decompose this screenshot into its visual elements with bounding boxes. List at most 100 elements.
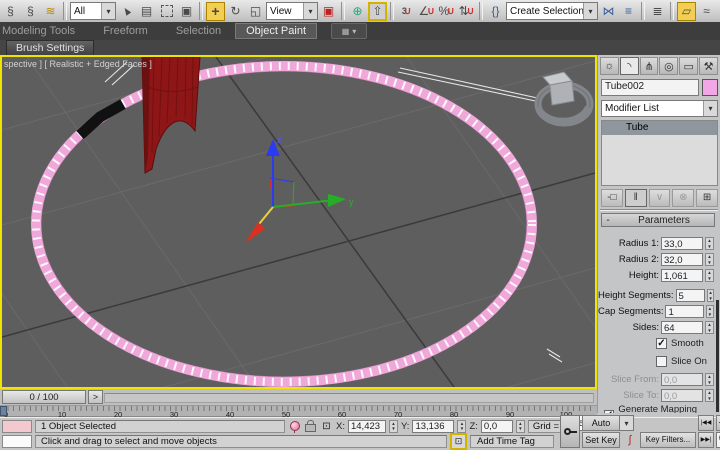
configure-modifier-sets-icon[interactable]: ⊞ bbox=[696, 189, 718, 207]
select-object-icon[interactable]: ▲ bbox=[117, 2, 136, 21]
snap-toggle-3d-icon[interactable]: 3∪ bbox=[397, 2, 416, 21]
keyboard-shortcut-override-icon[interactable]: ⇧ bbox=[368, 2, 387, 21]
default-tangent-icon[interactable]: ∫ bbox=[622, 432, 638, 448]
sides-field[interactable]: 64 bbox=[661, 321, 703, 334]
macro-recorder-mini-listener[interactable] bbox=[2, 420, 32, 433]
next-frame-button[interactable]: > bbox=[88, 390, 103, 404]
toolbar-separator bbox=[641, 2, 645, 20]
named-selection-sets-icon[interactable]: {} bbox=[486, 2, 505, 21]
slice-on-checkbox[interactable] bbox=[656, 356, 667, 367]
select-and-link-icon[interactable]: § bbox=[1, 2, 20, 21]
gizmo-y-axis[interactable] bbox=[273, 200, 334, 207]
spinner-snap-icon[interactable]: ⇅∪ bbox=[457, 2, 476, 21]
select-and-rotate-icon[interactable]: ↻ bbox=[226, 2, 245, 21]
z-spinner[interactable]: ▲▼ bbox=[516, 420, 525, 433]
track-bar[interactable]: 0 10 20 30 40 50 60 70 80 90 100 bbox=[0, 406, 597, 417]
modify-tab-icon[interactable]: ◝ bbox=[620, 57, 639, 75]
selection-filter-dropdown[interactable]: All ▾ bbox=[70, 2, 116, 20]
x-coordinate-field[interactable]: 14,423 bbox=[348, 420, 386, 433]
viewport-label[interactable]: spective ] [ Realistic + Edged Faces ] bbox=[4, 59, 152, 69]
select-and-move-icon[interactable]: + bbox=[206, 2, 225, 21]
previous-frame-button[interactable]: ◀ bbox=[716, 415, 720, 431]
auto-key-button[interactable]: Auto Key bbox=[582, 415, 620, 431]
tube-ring-object[interactable] bbox=[32, 62, 536, 386]
use-pivot-center-icon[interactable]: ▣ bbox=[319, 2, 338, 21]
motion-tab-icon[interactable]: ◎ bbox=[659, 57, 678, 75]
y-coordinate-field[interactable]: 13,136 bbox=[412, 420, 454, 433]
make-unique-icon[interactable]: ∨ bbox=[649, 189, 671, 207]
ribbon-tab-freeform[interactable]: Freeform bbox=[89, 24, 162, 38]
radius2-field[interactable]: 32,0 bbox=[661, 253, 703, 266]
y-spinner[interactable]: ▲▼ bbox=[457, 420, 466, 433]
ribbon-display-options-button[interactable]: ▦▾ bbox=[331, 23, 367, 39]
selection-lock-icon[interactable] bbox=[304, 420, 317, 433]
height-spinner[interactable]: ▲▼ bbox=[705, 269, 714, 282]
ribbon-tab-object-paint[interactable]: Object Paint bbox=[235, 23, 317, 39]
object-name-field[interactable]: Tube002 bbox=[601, 79, 699, 96]
smooth-checkbox[interactable]: ✓ bbox=[656, 338, 667, 349]
time-tag-icon[interactable]: ⊡ bbox=[450, 433, 467, 450]
radius1-spinner[interactable]: ▲▼ bbox=[705, 237, 714, 250]
cap-segments-spinner[interactable]: ▲▼ bbox=[706, 305, 714, 318]
maxscript-mini-listener[interactable] bbox=[2, 435, 32, 448]
current-frame-marker[interactable] bbox=[0, 406, 7, 416]
sides-spinner[interactable]: ▲▼ bbox=[705, 321, 714, 334]
mirror-icon[interactable]: ⋈ bbox=[599, 2, 618, 21]
key-filters-button[interactable]: Key Filters... bbox=[640, 432, 696, 448]
display-tab-icon[interactable]: ▭ bbox=[679, 57, 698, 75]
panel-scrollbar[interactable] bbox=[716, 300, 719, 412]
unlink-selection-icon[interactable]: § bbox=[21, 2, 40, 21]
height-segments-field[interactable]: 5 bbox=[676, 289, 706, 302]
perspective-viewport[interactable]: spective ] [ Realistic + Edged Faces ] bbox=[0, 55, 597, 389]
select-by-name-icon[interactable]: ▤ bbox=[137, 2, 156, 21]
radius1-field[interactable]: 33,0 bbox=[661, 237, 703, 250]
object-color-swatch[interactable] bbox=[702, 79, 718, 96]
z-coordinate-field[interactable]: 0,0 bbox=[481, 420, 513, 433]
add-time-tag[interactable]: Add Time Tag bbox=[470, 435, 554, 448]
angle-snap-icon[interactable]: ∠∪ bbox=[417, 2, 436, 21]
brush-settings-tab[interactable]: Brush Settings bbox=[6, 40, 94, 55]
small-ring-object[interactable] bbox=[538, 72, 590, 123]
window-crossing-icon[interactable]: ▣ bbox=[177, 2, 196, 21]
radius2-spinner[interactable]: ▲▼ bbox=[705, 253, 714, 266]
viewport-canvas[interactable]: z y bbox=[2, 57, 595, 387]
create-tab-icon[interactable]: ☼ bbox=[600, 57, 619, 75]
time-slider-handle[interactable]: 0 / 100 bbox=[2, 390, 86, 404]
ribbon-tab-selection[interactable]: Selection bbox=[162, 24, 235, 38]
current-frame-field[interactable]: 0 bbox=[716, 432, 720, 448]
go-to-end-button[interactable]: ▶▶| bbox=[698, 432, 714, 448]
red-cylinder-object[interactable] bbox=[142, 57, 200, 173]
notification-balloon-icon[interactable] bbox=[288, 420, 301, 433]
align-icon[interactable]: ≡ bbox=[619, 2, 638, 21]
modifier-list-dropdown[interactable]: Modifier List ▾ bbox=[601, 100, 718, 117]
height-segments-spinner[interactable]: ▲▼ bbox=[707, 289, 714, 302]
select-and-manipulate-icon[interactable]: ⊕ bbox=[348, 2, 367, 21]
graphite-ribbon-toggle-icon[interactable]: ▱ bbox=[677, 2, 696, 21]
layer-manager-icon[interactable]: ≣ bbox=[648, 2, 667, 21]
pin-stack-icon[interactable]: -□ bbox=[601, 189, 623, 207]
cap-segments-field[interactable]: 1 bbox=[665, 305, 703, 318]
set-key-button[interactable]: Set Key bbox=[582, 432, 620, 448]
rectangular-selection-region-icon[interactable] bbox=[157, 2, 176, 21]
hierarchy-tab-icon[interactable]: ⋔ bbox=[640, 57, 659, 75]
generate-mapping-checkbox[interactable]: ✓ bbox=[604, 410, 614, 414]
show-end-result-icon[interactable]: ‖ bbox=[625, 189, 647, 207]
time-slider-track[interactable] bbox=[104, 393, 594, 403]
remove-modifier-icon[interactable]: ⊗ bbox=[672, 189, 694, 207]
ribbon-tab-modeling-tools[interactable]: Modeling Tools bbox=[0, 24, 89, 38]
named-selection-set-dropdown[interactable]: Create Selection Se ▾ bbox=[506, 2, 598, 20]
height-field[interactable]: 1,061 bbox=[661, 269, 703, 282]
slice-to-spinner: ▲▼ bbox=[705, 389, 714, 402]
go-to-start-button[interactable]: |◀◀ bbox=[698, 415, 714, 431]
stack-item-tube[interactable]: Tube bbox=[602, 121, 717, 135]
reference-coordinate-dropdown[interactable]: View ▾ bbox=[266, 2, 318, 20]
bind-to-spacewarp-icon[interactable]: ≋ bbox=[41, 2, 60, 21]
percent-snap-icon[interactable]: %∪ bbox=[437, 2, 456, 21]
set-keys-button[interactable] bbox=[560, 415, 580, 448]
parameters-rollout-header[interactable]: - Parameters bbox=[601, 213, 715, 227]
select-and-scale-icon[interactable]: ◱ bbox=[246, 2, 265, 21]
curve-editor-icon[interactable]: ≈ bbox=[697, 2, 716, 21]
utilities-tab-icon[interactable]: ⚒ bbox=[699, 57, 718, 75]
absolute-offset-mode-icon[interactable]: ⊡ bbox=[320, 420, 333, 433]
x-spinner[interactable]: ▲▼ bbox=[389, 420, 398, 433]
